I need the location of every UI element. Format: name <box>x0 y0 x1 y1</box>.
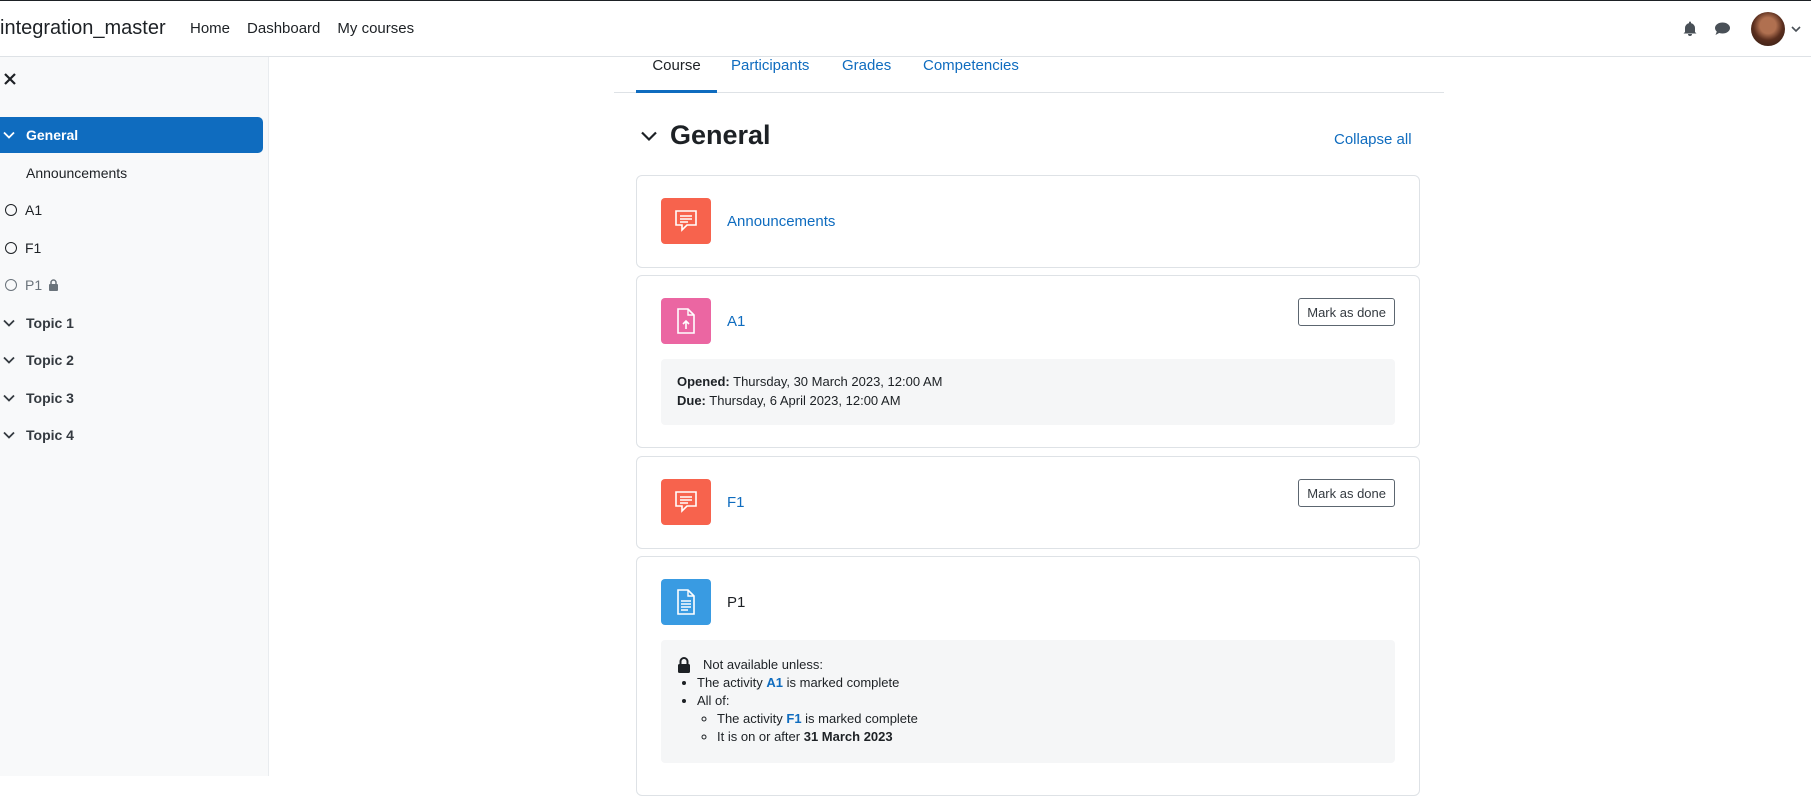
tab-competencies[interactable]: Competencies <box>923 57 1019 93</box>
completion-circle-icon <box>5 204 17 216</box>
nav-dashboard-link[interactable]: Dashboard <box>247 20 320 37</box>
course-secondary-navigation: Course Participants Grades Competencies <box>614 57 1444 93</box>
lock-icon <box>48 279 59 291</box>
completion-circle-icon <box>5 279 17 291</box>
messages-icon[interactable] <box>1711 18 1733 40</box>
primary-navigation: Home Dashboard My courses <box>190 20 431 37</box>
user-navigation <box>1679 12 1801 46</box>
chevron-down-icon[interactable] <box>1791 20 1801 38</box>
opened-label: Opened: <box>677 374 730 389</box>
section-title: General <box>670 120 771 150</box>
activity-dates: Opened: Thursday, 30 March 2023, 12:00 A… <box>661 359 1395 425</box>
activity-a1-link[interactable]: A1 <box>766 675 783 690</box>
course-index-item-announcements[interactable]: Announcements <box>0 155 263 191</box>
notifications-bell-icon[interactable] <box>1679 18 1701 40</box>
course-index-section-topic-4[interactable]: Topic 4 <box>0 417 263 453</box>
due-date: Due: Thursday, 6 April 2023, 12:00 AM <box>677 393 901 408</box>
activity-link[interactable]: A1 <box>727 313 745 330</box>
close-icon[interactable] <box>3 72 23 92</box>
chevron-down-icon[interactable] <box>3 356 21 364</box>
course-index-section-topic-2[interactable]: Topic 2 <box>0 342 263 378</box>
due-value: Thursday, 6 April 2023, 12:00 AM <box>709 393 901 408</box>
access-restrictions: Not available unless: The activity A1 is… <box>661 640 1395 763</box>
activity-link[interactable]: F1 <box>727 494 745 511</box>
restriction-sublist: The activity F1 is marked complete It is… <box>717 710 1379 746</box>
top-navbar: integration_master Home Dashboard My cou… <box>0 0 1811 57</box>
course-index-item-p1[interactable]: P1 <box>0 267 263 303</box>
section-label: Topic 1 <box>26 315 74 331</box>
section-header: General <box>640 120 771 151</box>
section-label: Topic 3 <box>26 390 74 406</box>
restriction-list: The activity A1 is marked complete All o… <box>697 674 1379 746</box>
site-name[interactable]: integration_master <box>0 17 166 40</box>
course-index-section-general[interactable]: General <box>0 117 263 153</box>
activity-label: F1 <box>25 240 42 256</box>
chevron-down-icon[interactable] <box>3 431 21 439</box>
activity-label: P1 <box>25 277 43 293</box>
restriction-header: Not available unless: <box>677 656 1379 674</box>
activity-card-announcements: Announcements <box>636 175 1420 268</box>
activity-card-p1: P1 Not available unless: The activity A1… <box>636 556 1420 796</box>
restriction-subitem: It is on or after 31 March 2023 <box>717 728 1379 746</box>
course-index-item-f1[interactable]: F1 <box>0 230 263 266</box>
nav-my-courses-link[interactable]: My courses <box>337 20 414 37</box>
restriction-item: The activity A1 is marked complete <box>697 674 1379 692</box>
restriction-subitem: The activity F1 is marked complete <box>717 710 1379 728</box>
activity-card-f1: F1 Mark as done <box>636 456 1420 549</box>
activity-label: A1 <box>25 202 43 218</box>
course-index-section-topic-1[interactable]: Topic 1 <box>0 305 263 341</box>
mark-as-done-button[interactable]: Mark as done <box>1298 298 1395 326</box>
chevron-down-icon[interactable] <box>640 130 658 142</box>
restriction-item: All of: The activity F1 is marked comple… <box>697 692 1379 746</box>
collapse-all-link[interactable]: Collapse all <box>1334 131 1412 148</box>
section-label: General <box>26 127 79 143</box>
activity-name: P1 <box>727 594 746 611</box>
tab-participants[interactable]: Participants <box>731 57 809 93</box>
activity-f1-link[interactable]: F1 <box>786 711 801 726</box>
chevron-down-icon[interactable] <box>3 394 21 402</box>
forum-icon <box>661 198 711 244</box>
activity-link[interactable]: Announcements <box>727 213 835 230</box>
course-index-drawer: General Announcements A1 F1 P1 Topic 1 T… <box>0 57 269 776</box>
section-label: Topic 2 <box>26 352 74 368</box>
opened-value: Thursday, 30 March 2023, 12:00 AM <box>733 374 943 389</box>
course-index-item-a1[interactable]: A1 <box>0 192 263 228</box>
section-label: Topic 4 <box>26 427 74 443</box>
page-icon <box>661 579 711 625</box>
tab-course[interactable]: Course <box>636 57 717 93</box>
chevron-down-icon[interactable] <box>3 319 21 327</box>
lock-icon <box>677 657 691 673</box>
assignment-icon <box>661 298 711 344</box>
opened-date: Opened: Thursday, 30 March 2023, 12:00 A… <box>677 374 942 389</box>
due-label: Due: <box>677 393 706 408</box>
activity-card-a1: A1 Mark as done Opened: Thursday, 30 Mar… <box>636 275 1420 448</box>
activity-label: Announcements <box>26 165 128 181</box>
course-index-section-topic-3[interactable]: Topic 3 <box>0 380 263 416</box>
mark-as-done-button[interactable]: Mark as done <box>1298 479 1395 507</box>
tab-grades[interactable]: Grades <box>842 57 891 93</box>
chevron-down-icon[interactable] <box>3 131 21 139</box>
completion-circle-icon <box>5 242 17 254</box>
nav-home-link[interactable]: Home <box>190 20 230 37</box>
user-avatar[interactable] <box>1751 12 1785 46</box>
forum-icon <box>661 479 711 525</box>
